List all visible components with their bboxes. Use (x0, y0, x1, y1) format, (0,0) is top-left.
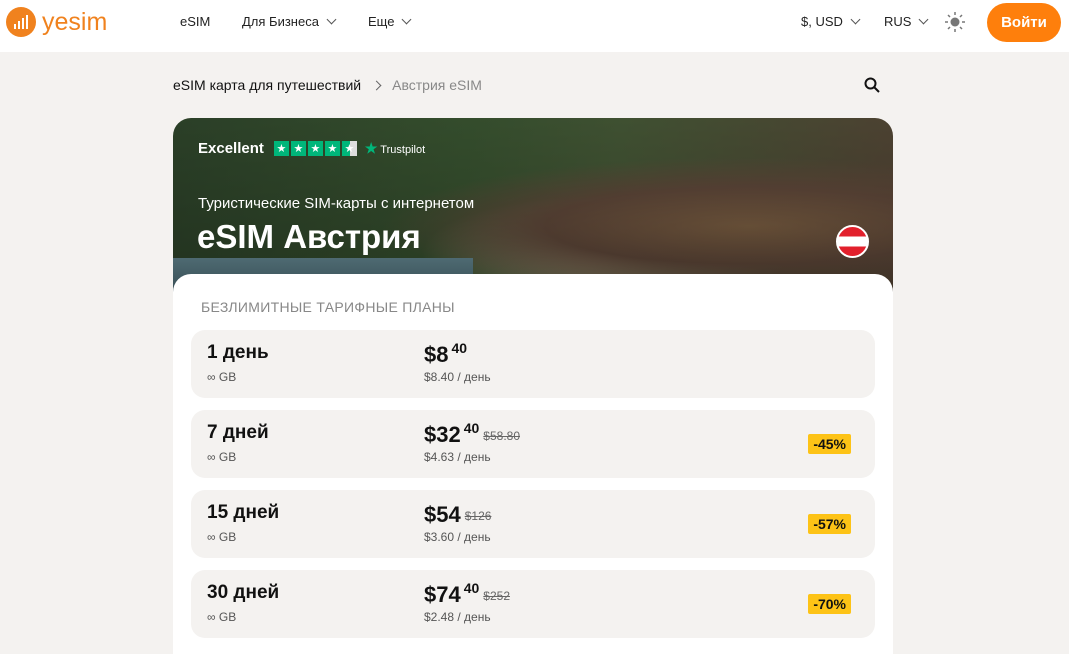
plan-data: ∞ GB (207, 450, 237, 464)
plan-price: $74 40 $252 (424, 580, 510, 608)
plan-duration: 7 дней (207, 422, 269, 443)
language-label: RUS (884, 14, 912, 29)
logo-text: yesim (42, 7, 108, 36)
trustpilot-rating[interactable]: Excellent ★ ★ ★ ★ ★ ★ Trustpilot (198, 140, 425, 157)
hero-subtitle: Туристические SIM-карты с интернетом (198, 195, 475, 212)
price-cents: 40 (463, 420, 480, 436)
price-cents: 40 (463, 580, 480, 596)
price-per-day: $8.40 / день (424, 370, 491, 384)
plan-duration: 15 дней (207, 502, 280, 523)
logo[interactable]: yesim (6, 7, 107, 37)
plan-row[interactable]: 15 дней ∞ GB $54 $126 $3.60 / день -57% (191, 490, 875, 558)
search-icon[interactable] (864, 77, 880, 93)
nav-more[interactable]: Еще (368, 14, 413, 29)
plan-row[interactable]: 1 день ∞ GB $8 40 $8.40 / день (191, 330, 875, 398)
chevron-down-icon (326, 14, 337, 25)
currency-select[interactable]: $, USD (801, 14, 862, 29)
chevron-down-icon (402, 14, 412, 25)
logo-icon (6, 7, 36, 37)
plan-data: ∞ GB (207, 530, 237, 544)
login-button[interactable]: Войти (987, 3, 1061, 42)
plan-price: $54 $126 (424, 502, 491, 528)
discount-badge: -45% (808, 434, 851, 454)
discount-badge: -57% (808, 514, 851, 534)
rating-stars: ★ ★ ★ ★ ★ (273, 141, 357, 156)
old-price: $58.80 (483, 429, 520, 443)
plan-row[interactable]: 7 дней ∞ GB $32 40 $58.80 $4.63 / день -45… (191, 410, 875, 478)
price-per-day: $4.63 / день (424, 450, 491, 464)
nav-label: eSIM (180, 14, 211, 29)
price-main: $54 (424, 502, 461, 527)
language-select[interactable]: RUS (884, 14, 930, 29)
plan-data: ∞ GB (207, 610, 237, 624)
plans-card: БЕЗЛИМИТНЫЕ ТАРИФНЫЕ ПЛАНЫ 1 день ∞ GB $… (173, 274, 893, 654)
plan-duration: 30 дней (207, 582, 280, 603)
old-price: $126 (464, 509, 492, 523)
theme-toggle-sun-icon[interactable] (945, 12, 965, 32)
currency-label: $, USD (801, 14, 843, 29)
chevron-down-icon (919, 14, 929, 25)
rating-label: Excellent (198, 140, 264, 157)
section-title: БЕЗЛИМИТНЫЕ ТАРИФНЫЕ ПЛАНЫ (201, 299, 455, 315)
price-per-day: $3.60 / день (424, 530, 491, 544)
breadcrumb-parent[interactable]: eSIM карта для путешествий (173, 77, 361, 93)
breadcrumb-current: Австрия eSIM (392, 77, 482, 93)
price-main: $74 (424, 582, 461, 607)
plan-duration: 1 день (207, 342, 269, 363)
chevron-right-icon (371, 80, 382, 90)
chevron-down-icon (850, 14, 861, 25)
plan-price: $32 40 $58.80 (424, 420, 520, 448)
price-main: $32 (424, 422, 461, 447)
discount-badge: -70% (808, 594, 851, 614)
old-price: $252 (483, 589, 510, 603)
plan-price: $8 40 (424, 340, 468, 368)
price-cents: 40 (451, 340, 468, 356)
nav-label: Еще (368, 14, 395, 29)
nav-business[interactable]: Для Бизнеса (242, 14, 338, 29)
austria-flag-icon (836, 225, 869, 258)
trustpilot-logo: ★ Trustpilot (364, 140, 426, 156)
plan-row[interactable]: 30 дней ∞ GB $74 40 $252 $2.48 / день -70% (191, 570, 875, 638)
page-title: eSIM Австрия (197, 218, 421, 255)
price-per-day: $2.48 / день (424, 610, 491, 624)
price-main: $8 (424, 342, 449, 367)
nav-label: Для Бизнеса (242, 14, 319, 29)
nav-esim[interactable]: eSIM (180, 14, 210, 29)
header: yesim eSIM Для Бизнеса Еще $, USD RUS Во… (0, 0, 1069, 52)
plan-data: ∞ GB (207, 370, 237, 384)
breadcrumb: eSIM карта для путешествий Австрия eSIM (173, 77, 482, 93)
hero-banner: Excellent ★ ★ ★ ★ ★ ★ Trustpilot Туристическ… (173, 118, 893, 298)
